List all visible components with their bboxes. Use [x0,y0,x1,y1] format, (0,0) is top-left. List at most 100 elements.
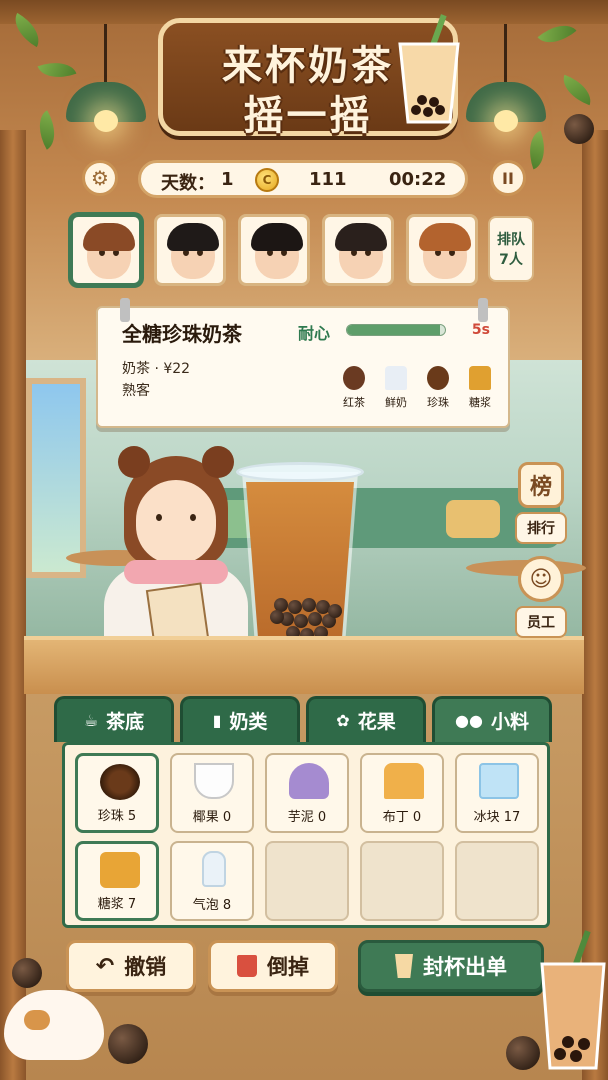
leaf-decoration [29,110,65,150]
ingredient-slot[interactable]: 冰块 17 [455,753,539,833]
timer: 00:22 [389,169,447,190]
customer-avatar[interactable] [238,214,310,286]
ingredient-label: 糖浆 [469,396,491,409]
tea-cup-icon: ☕ [83,711,99,730]
tab-flower-fruit[interactable]: ✿ 花果 [306,696,426,742]
customer-avatar[interactable] [406,214,478,286]
taro-paste-icon [289,763,329,799]
ingredient-slot[interactable]: 椰果 0 [170,753,254,833]
leaf-decoration [521,130,553,170]
ingredient-label: 红茶 [343,396,365,409]
day-value: 1 [221,169,234,190]
settings-gear-button[interactable]: ⚙ [82,160,118,196]
slot-label: 珍珠 5 [97,809,137,824]
pearls-icon [427,366,449,390]
customer-avatar[interactable] [322,214,394,286]
seal-and-serve-label: 封杯出单 [423,955,507,979]
patience-time-left: 5s [471,322,490,338]
milk-bottle-icon: ▮ [212,711,222,730]
pillow [446,500,500,538]
lamp-cord [104,24,107,84]
barista-scarf [124,560,228,584]
undo-icon: ↶ [95,953,115,979]
order-drink-name: 全糖珍珠奶茶 [122,322,242,346]
order-ingredient: 珍珠 [418,366,458,410]
wood-frame-left [0,130,26,1080]
pause-icon: II [502,168,514,188]
seal-and-serve-button[interactable]: 封杯出单 [358,940,544,992]
slot-label: 芋泥 0 [287,810,327,825]
pearl-decoration [12,958,42,988]
tab-milk[interactable]: ▮ 奶类 [180,696,300,742]
order-card: 全糖珍珠奶茶 耐心 5s 奶茶 · ¥22 熟客 红茶 鲜奶 珍珠 糖浆 [96,298,510,428]
ingredient-tabs: ☕ 茶底 ▮ 奶类 ✿ 花果 ●● 小料 [54,696,554,744]
coin-icon: C [255,168,279,192]
tab-tea-base[interactable]: ☕ 茶底 [54,696,174,742]
order-ingredient: 糖浆 [460,366,500,410]
pause-button[interactable]: II [490,160,526,196]
cup-icon [395,954,413,978]
coconut-jelly-icon [194,763,234,799]
coin-count: 111 [309,169,347,190]
patience-label: 耐心 [298,324,331,343]
tab-toppings[interactable]: ●● 小料 [432,696,552,742]
smiley-icon: ☺ [518,556,564,602]
bubble-tea-decoration-icon [540,930,606,1070]
pudding-icon [384,763,424,799]
black-tea-icon [343,366,365,390]
empty-slot [455,841,539,921]
ingredient-label: 珍珠 [427,396,449,409]
avatar-hair [83,223,135,251]
ingredient-slot[interactable]: 芋泥 0 [265,753,349,833]
order-ingredient: 红茶 [334,366,374,410]
empty-slot [265,841,349,921]
staff-label: 员工 [515,606,567,638]
slot-label: 椰果 0 [192,810,232,825]
ingredient-slot[interactable]: 气泡 8 [170,841,254,921]
pearl-decoration [564,114,594,144]
pour-out-button[interactable]: 倒掉 [208,940,338,992]
flower-icon: ✿ [336,711,350,730]
eye [190,514,196,521]
avatar-hair [251,223,303,251]
ingredient-slot[interactable]: 布丁 0 [360,753,444,833]
customer-avatar[interactable] [154,214,226,286]
customer-avatar[interactable] [70,214,142,286]
undo-button[interactable]: ↶ 撤销 [66,940,196,992]
slot-label: 气泡 8 [192,898,232,913]
sleeping-cat [4,990,104,1060]
staff-button[interactable]: ☺ 员工 [510,556,572,638]
cat-patch [24,1010,50,1030]
empty-slot [360,841,444,921]
pour-out-label: 倒掉 [267,955,309,979]
game-stage: 来杯奶茶 摇一摇 ⚙ 天数： 1 C 111 00:22 II 排队 7人 全糖… [0,0,608,1080]
trash-icon [237,955,257,977]
barista-face [136,480,216,564]
patience-bar [346,324,446,336]
leaf-decoration [557,74,597,106]
leaderboard-button[interactable]: 榜 排行 [510,462,572,544]
tapioca-pearl [270,610,284,624]
tab-label: 奶类 [229,711,268,733]
ice-cubes-icon [479,763,519,799]
order-category-price: 奶茶 · ¥22 [122,361,191,377]
milk-tea-cup[interactable] [236,458,364,658]
pearl-decoration [506,1036,540,1070]
undo-label: 撤销 [124,955,167,979]
hair-bun [202,446,234,478]
tapioca-pearl [328,604,342,618]
customer-type: 熟客 [122,383,150,399]
pendant-lamp-right [466,82,546,132]
ingredient-slot[interactable]: 珍珠 5 [75,753,159,833]
queue-badge-count: 7人 [499,252,523,268]
bubble-tea-logo-icon [398,14,460,124]
ingredient-slot[interactable]: 糖浆 7 [75,841,159,921]
tapioca-pearl [302,598,316,612]
leaderboard-icon: 榜 [518,462,564,508]
tab-label: 小料 [490,711,529,733]
pearl-decoration [108,1024,148,1064]
ingredient-label: 鲜奶 [385,396,407,409]
slot-label: 布丁 0 [382,810,422,825]
tab-label: 花果 [357,711,396,733]
milk-bottle-icon [385,366,407,390]
